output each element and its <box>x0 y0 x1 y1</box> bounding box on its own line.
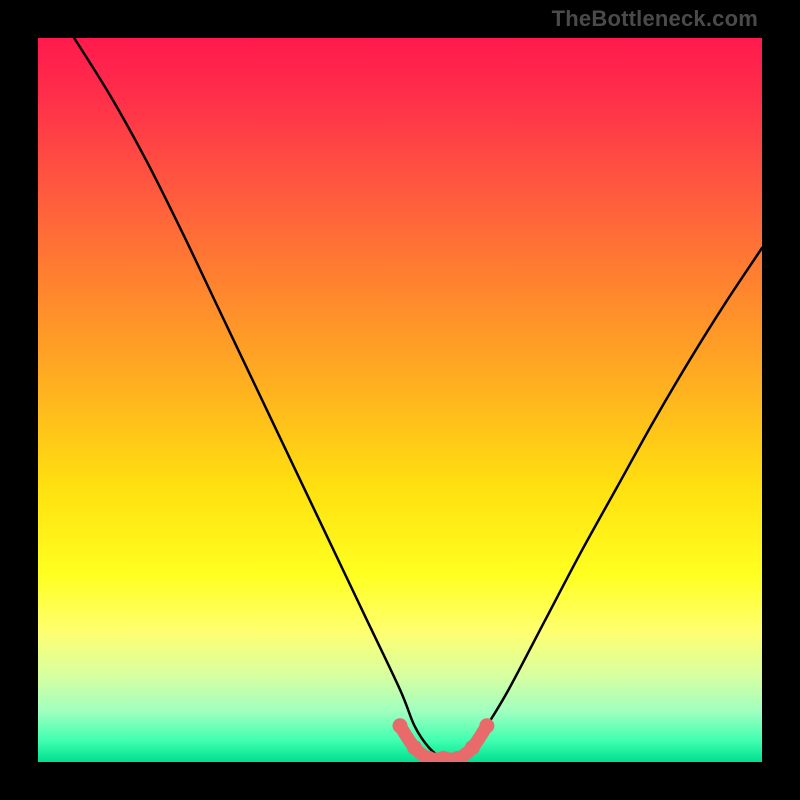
highlight-dot <box>407 740 422 755</box>
plot-area <box>38 38 762 762</box>
bottleneck-curve <box>74 38 762 760</box>
chart-svg <box>38 38 762 762</box>
chart-frame: TheBottleneck.com <box>0 0 800 800</box>
highlight-dot <box>393 718 408 733</box>
highlight-dot <box>479 718 494 733</box>
highlight-dot <box>465 740 480 755</box>
attribution-text: TheBottleneck.com <box>552 6 758 32</box>
